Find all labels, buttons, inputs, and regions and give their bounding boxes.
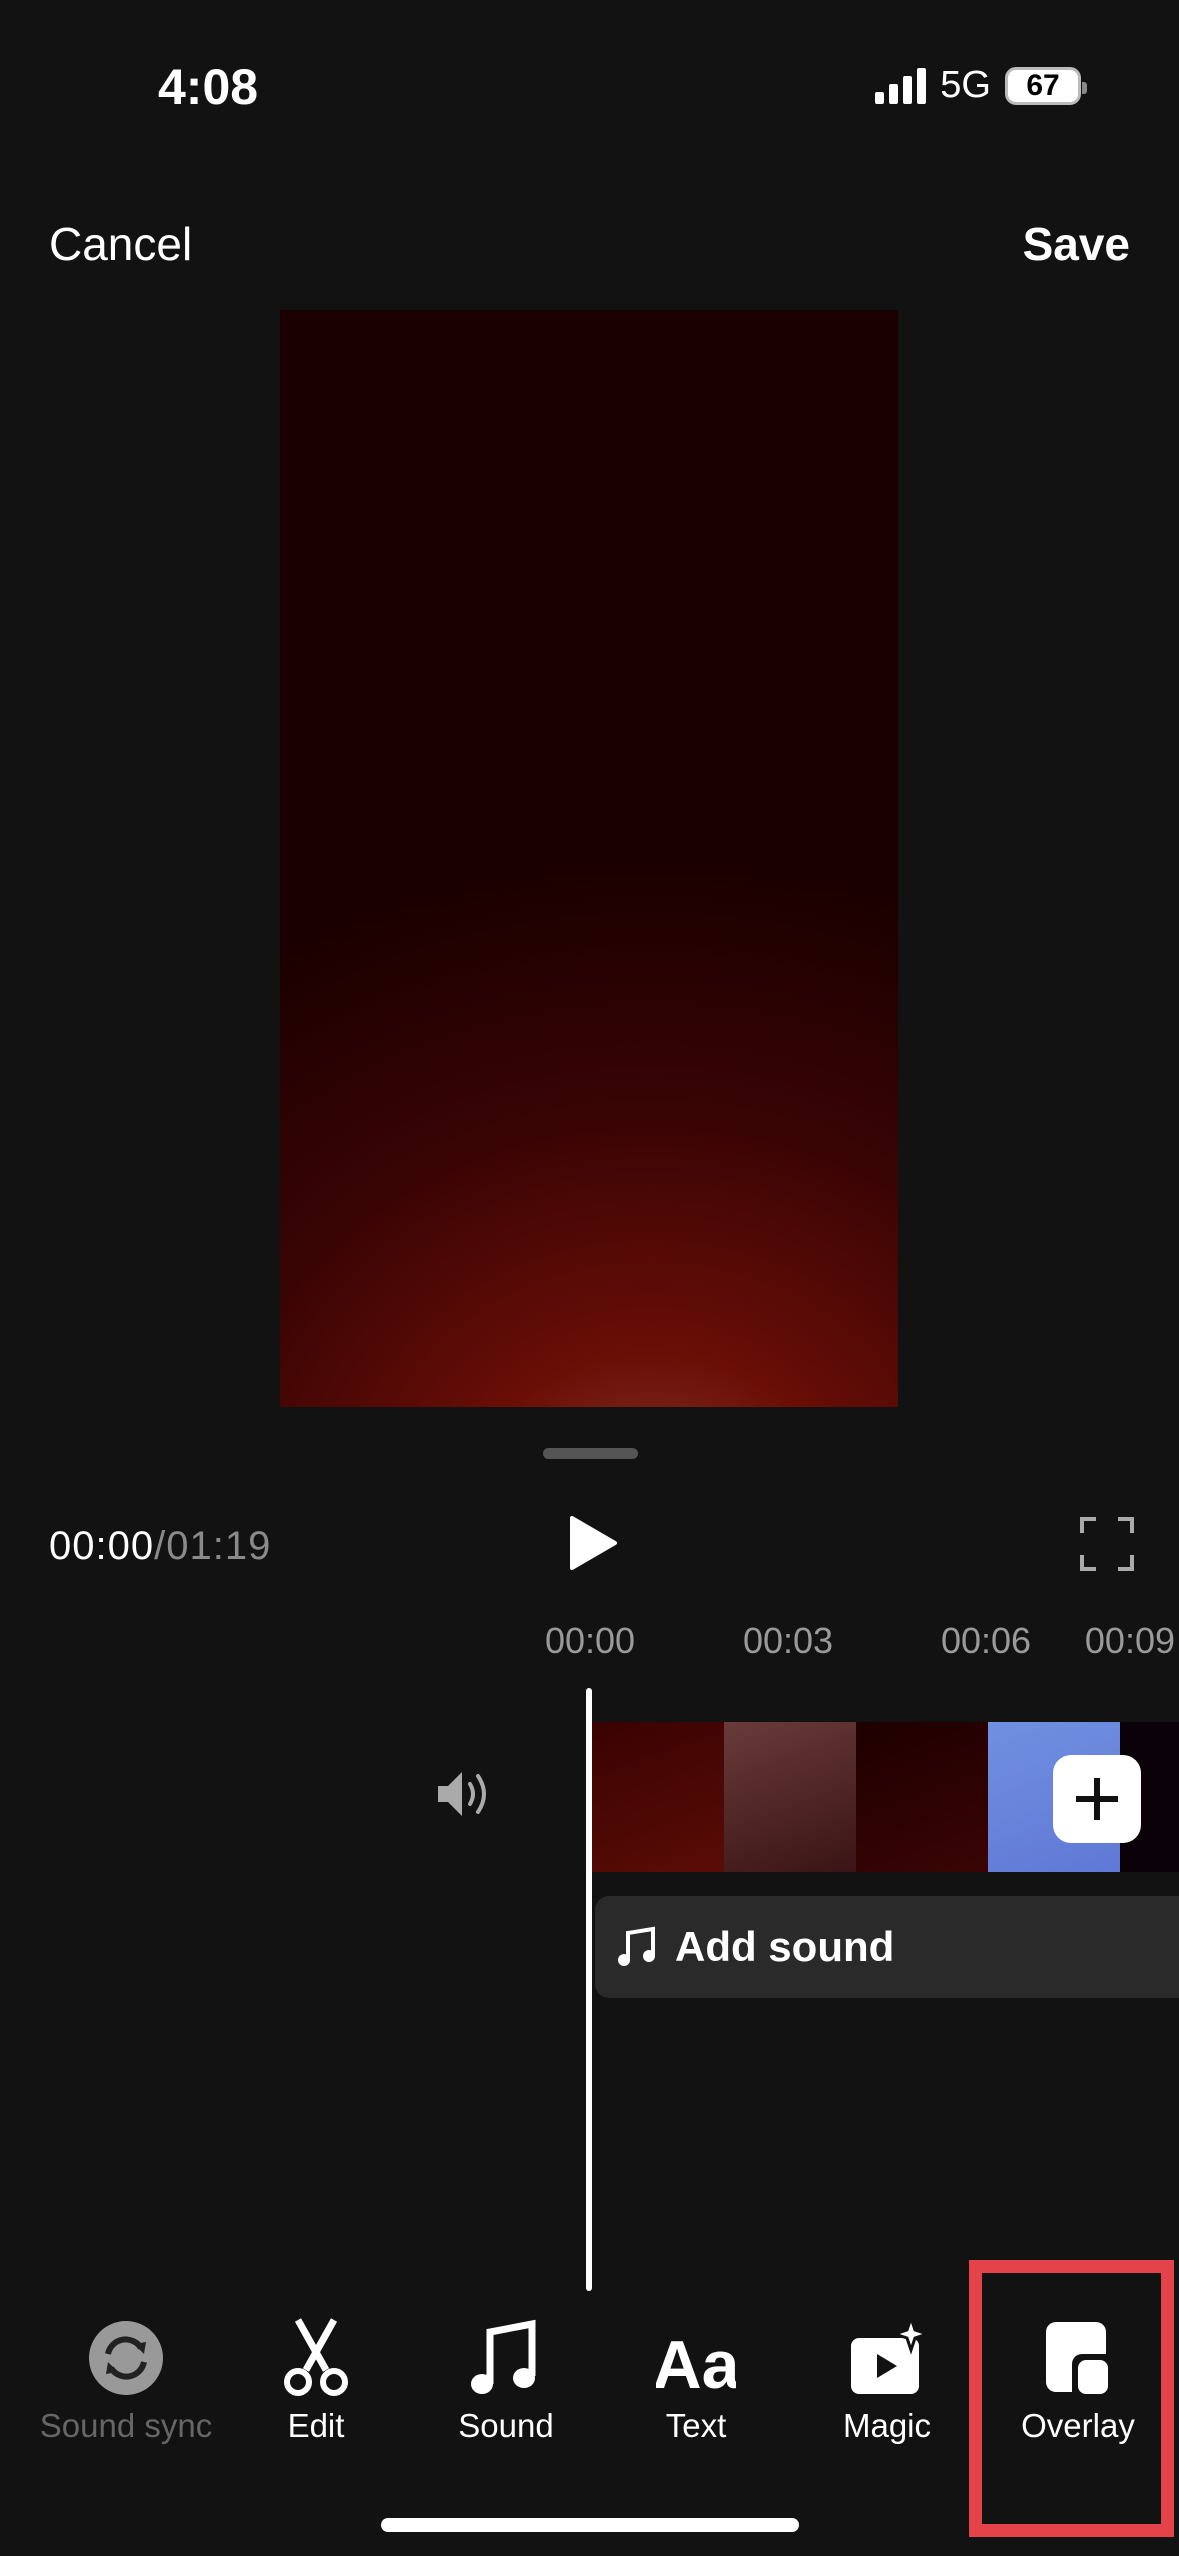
add-sound-label: Add sound — [675, 1923, 895, 1970]
text-aa-icon: Aa — [656, 2327, 736, 2398]
video-preview[interactable] — [280, 310, 898, 1407]
fullscreen-icon[interactable] — [1080, 1517, 1134, 1571]
ruler-tick: 00:09 — [1084, 1620, 1175, 1661]
battery-icon: 67 — [1005, 66, 1087, 105]
playhead[interactable] — [586, 1688, 592, 2291]
play-icon[interactable] — [568, 1515, 618, 1571]
clip-frame — [856, 1722, 988, 1872]
playback-time: 00:00/01:19 — [49, 1524, 271, 1569]
current-time: 00:00 — [49, 1524, 155, 1568]
status-icons: 5G 67 — [875, 64, 1087, 107]
toolbar-label: Text — [665, 2407, 727, 2444]
toolbar-sound[interactable]: Sound — [416, 2318, 596, 2444]
signal-icon — [875, 67, 927, 104]
toolbar-label: Sound sync — [39, 2407, 213, 2444]
scissors-icon — [284, 2318, 348, 2396]
network-type: 5G — [940, 64, 991, 106]
speaker-icon[interactable] — [436, 1768, 494, 1820]
save-button[interactable]: Save — [1023, 217, 1130, 271]
toolbar-text[interactable]: Aa Text — [606, 2318, 786, 2444]
svg-text:Aa: Aa — [656, 2327, 736, 2398]
cancel-button[interactable]: Cancel — [49, 217, 192, 271]
ruler-tick: 00:00 — [544, 1620, 636, 1661]
add-sound-button[interactable]: Add sound — [595, 1896, 1179, 1998]
status-time: 4:08 — [158, 59, 259, 115]
music-note-icon — [471, 2319, 536, 2394]
music-note-icon — [618, 1926, 655, 1966]
plus-icon — [1076, 1778, 1118, 1820]
add-clip-button[interactable] — [1053, 1755, 1141, 1843]
magic-icon — [851, 2318, 927, 2394]
ruler-tick: 00:03 — [742, 1620, 834, 1661]
time-separator: / — [154, 1524, 167, 1568]
toolbar-label: Edit — [287, 2407, 345, 2444]
toolbar-magic[interactable]: Magic — [797, 2318, 977, 2444]
clip-frame — [724, 1722, 856, 1872]
clip-frame — [592, 1722, 724, 1872]
toolbar-label: Magic — [842, 2407, 932, 2444]
toolbar-label: Sound — [458, 2407, 554, 2444]
total-time: 01:19 — [166, 1524, 272, 1568]
toolbar-sound-sync[interactable]: Sound sync — [36, 2318, 216, 2444]
panel-drag-handle[interactable] — [543, 1448, 638, 1459]
sound-sync-icon — [89, 2321, 163, 2395]
ruler-tick: 00:06 — [940, 1620, 1032, 1661]
toolbar-edit[interactable]: Edit — [226, 2318, 406, 2444]
home-indicator[interactable] — [381, 2518, 799, 2532]
highlight-box — [969, 2260, 1174, 2537]
